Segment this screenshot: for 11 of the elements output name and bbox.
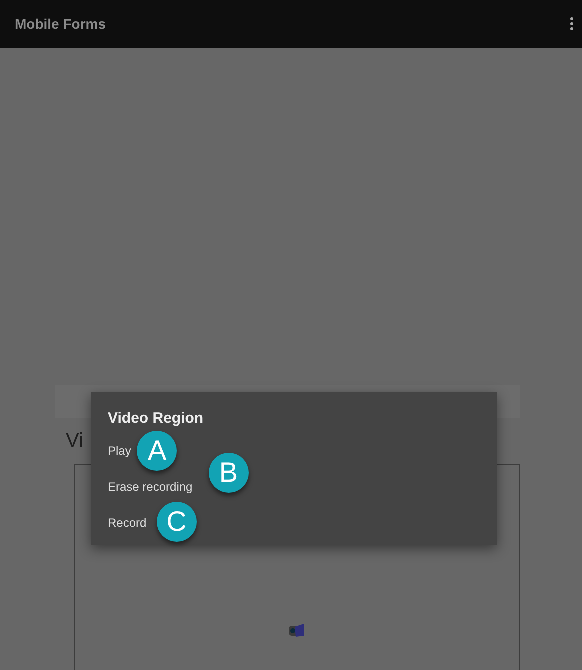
callout-badge: C bbox=[156, 502, 197, 542]
menu-item[interactable]: Play bbox=[108, 444, 132, 458]
menu-title: Video Region bbox=[108, 410, 205, 427]
menu-item[interactable]: Record bbox=[108, 516, 147, 530]
callout-badge: B bbox=[208, 453, 249, 493]
callout-badge: A bbox=[137, 431, 178, 471]
menu-item[interactable]: Erase recording bbox=[108, 480, 193, 494]
app-title: Mobile Forms bbox=[15, 16, 106, 32]
field-label: Vi bbox=[66, 429, 84, 453]
overflow-menu-icon[interactable] bbox=[570, 17, 574, 31]
video-camera-icon bbox=[288, 623, 306, 639]
